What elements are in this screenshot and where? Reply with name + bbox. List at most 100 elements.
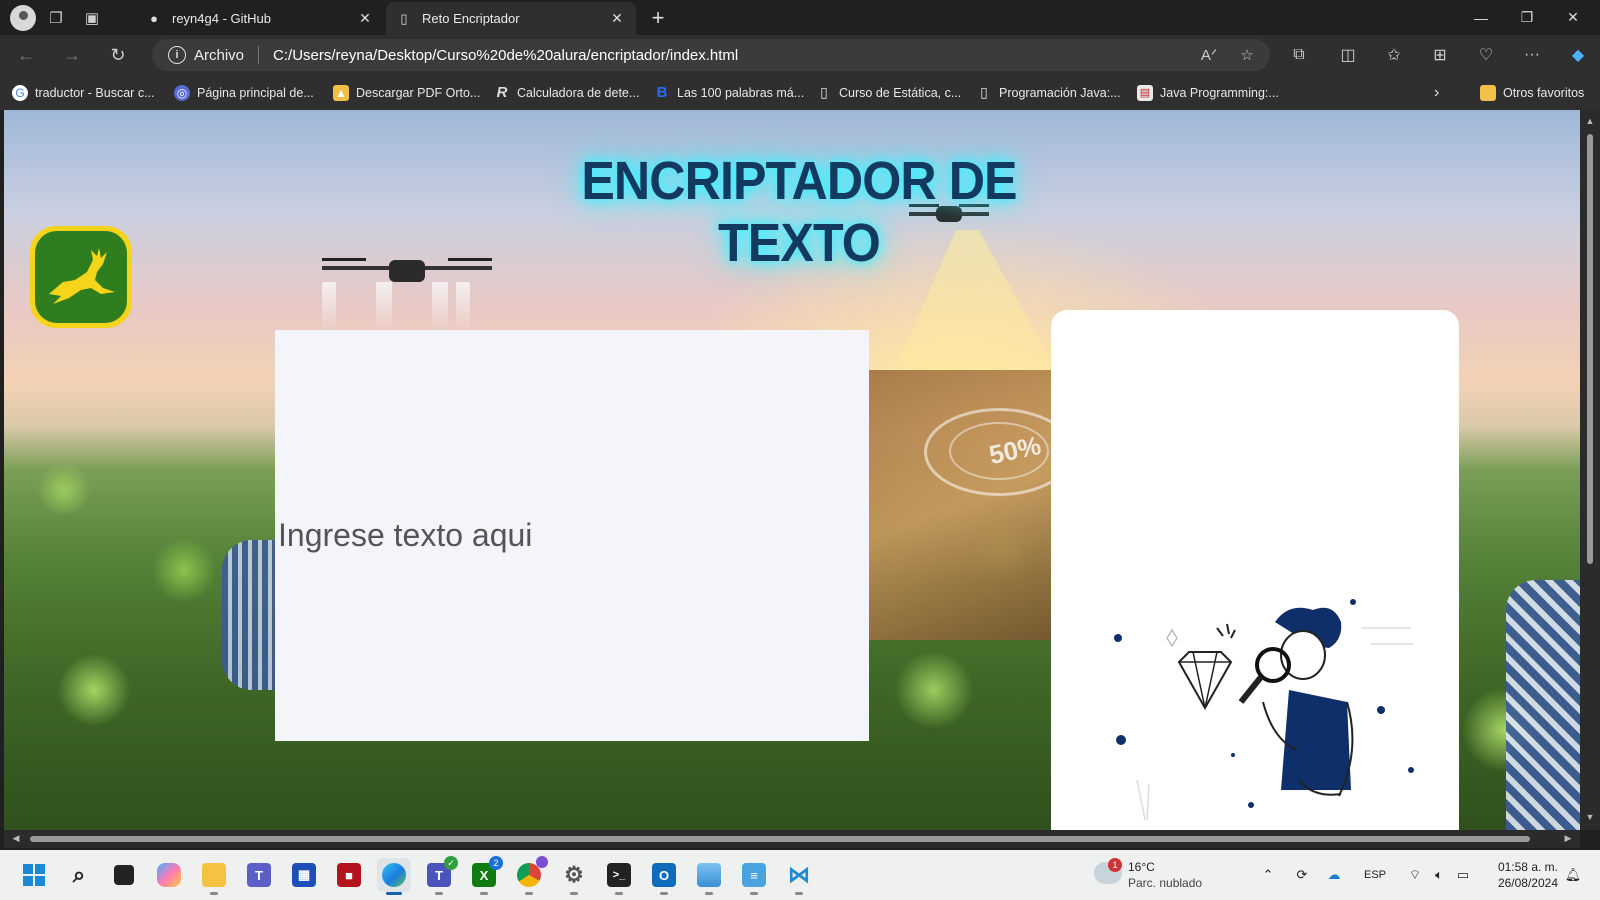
- scroll-left-icon[interactable]: ◀: [10, 833, 22, 845]
- bookmark-label: Las 100 palabras má...: [677, 85, 805, 100]
- notifications-bell-icon[interactable]: 🔔︎: [1562, 862, 1584, 888]
- text-input-area[interactable]: Ingrese texto aqui: [275, 330, 869, 741]
- volume-icon[interactable]: 🔈︎: [1428, 862, 1450, 888]
- red-app[interactable]: ■: [332, 858, 366, 892]
- edge-app[interactable]: [377, 858, 411, 895]
- horizontal-scrollbar[interactable]: ◀ ▶: [4, 830, 1580, 848]
- horizontal-scroll-thumb[interactable]: [30, 836, 1530, 842]
- profile-avatar[interactable]: [10, 4, 36, 31]
- book-icon: ▤: [1137, 84, 1153, 101]
- show-hidden-icons-chevron-icon[interactable]: ⌃: [1258, 862, 1278, 888]
- battery-icon[interactable]: ▭: [1452, 862, 1474, 888]
- terminal-app[interactable]: >_: [602, 858, 636, 895]
- file-explorer-app[interactable]: [197, 858, 231, 895]
- image-icon: ▲: [333, 84, 349, 101]
- other-favorites-folder[interactable]: Otros favoritos: [1480, 75, 1584, 110]
- outlook-icon: O: [652, 863, 676, 887]
- bookmark-item[interactable]: B Las 100 palabras má...: [654, 75, 805, 110]
- bookmark-label: Calculadora de dete...: [517, 85, 640, 100]
- bookmark-item[interactable]: G traductor - Buscar c...: [12, 75, 154, 110]
- outlook-app[interactable]: O: [647, 858, 681, 895]
- close-window-button[interactable]: ✕: [1550, 0, 1596, 35]
- favorite-star-icon[interactable]: ☆: [1232, 40, 1262, 70]
- tab-label: reyn4g4 - GitHub: [172, 11, 271, 26]
- read-aloud-icon[interactable]: Aᐟ: [1194, 40, 1224, 70]
- person-magnifier-illustration: [1114, 599, 1414, 821]
- forward-button[interactable]: →: [54, 39, 90, 71]
- scroll-down-icon[interactable]: ▼: [1584, 812, 1596, 824]
- tab-github[interactable]: ● reyn4g4 - GitHub ✕: [136, 2, 384, 35]
- search-icon: ⌕: [72, 862, 86, 887]
- bookmark-item[interactable]: R Calculadora de dete...: [494, 75, 640, 110]
- taskbar-clock[interactable]: 01:58 a. m. 26/08/2024: [1478, 859, 1558, 891]
- info-icon[interactable]: i: [168, 46, 186, 64]
- google-icon: G: [12, 84, 28, 101]
- vertical-scrollbar[interactable]: ▲ ▼: [1580, 110, 1600, 830]
- page-icon: ▯: [980, 84, 988, 100]
- page-icon: ▯: [400, 10, 408, 26]
- clock-date: 26/08/2024: [1497, 876, 1558, 890]
- weather-widget[interactable]: 1 16°C Parc. nublado: [1094, 858, 1214, 892]
- bookmark-item[interactable]: ▲ Descargar PDF Orto...: [333, 75, 480, 110]
- favorites-icon[interactable]: ✩: [1378, 39, 1410, 71]
- start-button[interactable]: [17, 858, 51, 892]
- vscode-icon: ⋈: [788, 862, 810, 887]
- copilot-icon[interactable]: ◆: [1562, 39, 1594, 71]
- task-view-button[interactable]: [107, 858, 141, 892]
- bookmark-item[interactable]: ▯ Programación Java:...: [976, 75, 1121, 110]
- scroll-right-icon[interactable]: ▶: [1562, 833, 1574, 845]
- teams-app[interactable]: T: [242, 858, 276, 892]
- clock-time: 01:58 a. m.: [1497, 860, 1558, 874]
- search-button[interactable]: ⌕: [62, 858, 96, 892]
- globe-icon: ◎: [174, 84, 190, 101]
- vscode-app[interactable]: ⋈: [782, 858, 816, 895]
- close-icon[interactable]: ✕: [356, 10, 374, 27]
- teams-work-app[interactable]: T ✓: [422, 856, 458, 895]
- browser-essentials-icon[interactable]: ♡: [1470, 39, 1502, 71]
- minimize-button[interactable]: —: [1458, 0, 1504, 35]
- language-indicator[interactable]: ESP: [1360, 862, 1390, 888]
- address-divider: [258, 46, 260, 64]
- address-bar[interactable]: i Archivo C:/Users/reyna/Desktop/Curso%2…: [152, 39, 1270, 71]
- store-app[interactable]: ▦: [287, 858, 321, 892]
- tab-label: Reto Encriptador: [422, 11, 520, 26]
- extensions-icon[interactable]: ⧉: [1283, 39, 1315, 71]
- new-tab-button[interactable]: +: [644, 4, 672, 32]
- sync-icon[interactable]: ⟳: [1290, 862, 1314, 888]
- input-placeholder: Ingrese texto aqui: [278, 517, 533, 553]
- chrome-app[interactable]: [512, 856, 548, 895]
- restore-button[interactable]: ❐: [1504, 0, 1550, 35]
- bookmark-item[interactable]: ▯ Curso de Estática, c...: [816, 75, 961, 110]
- copilot-app[interactable]: [152, 858, 186, 892]
- soil-strip: [868, 370, 1058, 640]
- bookmarks-overflow-chevron-icon[interactable]: ›: [1434, 75, 1439, 110]
- more-menu-icon[interactable]: ···: [1516, 39, 1548, 71]
- back-button[interactable]: ←: [8, 39, 44, 71]
- split-screen-icon[interactable]: ◫: [1332, 39, 1364, 71]
- tab-reto-encriptador[interactable]: ▯ Reto Encriptador ✕: [386, 2, 636, 35]
- xbox-app[interactable]: X 2: [467, 856, 503, 895]
- scroll-up-icon[interactable]: ▲: [1584, 116, 1596, 128]
- wifi-icon[interactable]: ⌔: [1404, 862, 1426, 888]
- page-icon: ▯: [820, 84, 828, 100]
- collections-icon[interactable]: ⊞: [1424, 39, 1456, 71]
- notepad-app[interactable]: ≡: [737, 858, 771, 895]
- workspaces-icon[interactable]: ❐: [40, 2, 72, 34]
- red-app-icon: ■: [337, 863, 361, 887]
- bookmark-item[interactable]: ◎ Página principal de...: [174, 75, 314, 110]
- settings-app[interactable]: ⚙: [557, 858, 591, 895]
- photos-app[interactable]: [692, 858, 726, 895]
- store-icon: ▦: [292, 863, 316, 887]
- folder-icon: [202, 863, 226, 887]
- windows-logo-icon: [22, 863, 46, 887]
- vertical-scroll-thumb[interactable]: [1587, 134, 1593, 564]
- github-icon: ●: [150, 11, 158, 26]
- onedrive-cloud-icon[interactable]: ☁: [1322, 862, 1346, 888]
- vertical-tabs-icon[interactable]: ▣: [76, 2, 108, 34]
- bookmark-label: Programación Java:...: [999, 85, 1121, 100]
- refresh-button[interactable]: ↻: [100, 39, 136, 71]
- bookmarks-bar: G traductor - Buscar c... ◎ Página princ…: [0, 75, 1600, 110]
- bookmark-item[interactable]: ▤ Java Programming:...: [1137, 75, 1279, 110]
- close-icon[interactable]: ✕: [608, 10, 626, 27]
- address-url[interactable]: C:/Users/reyna/Desktop/Curso%20de%20alur…: [273, 47, 1194, 64]
